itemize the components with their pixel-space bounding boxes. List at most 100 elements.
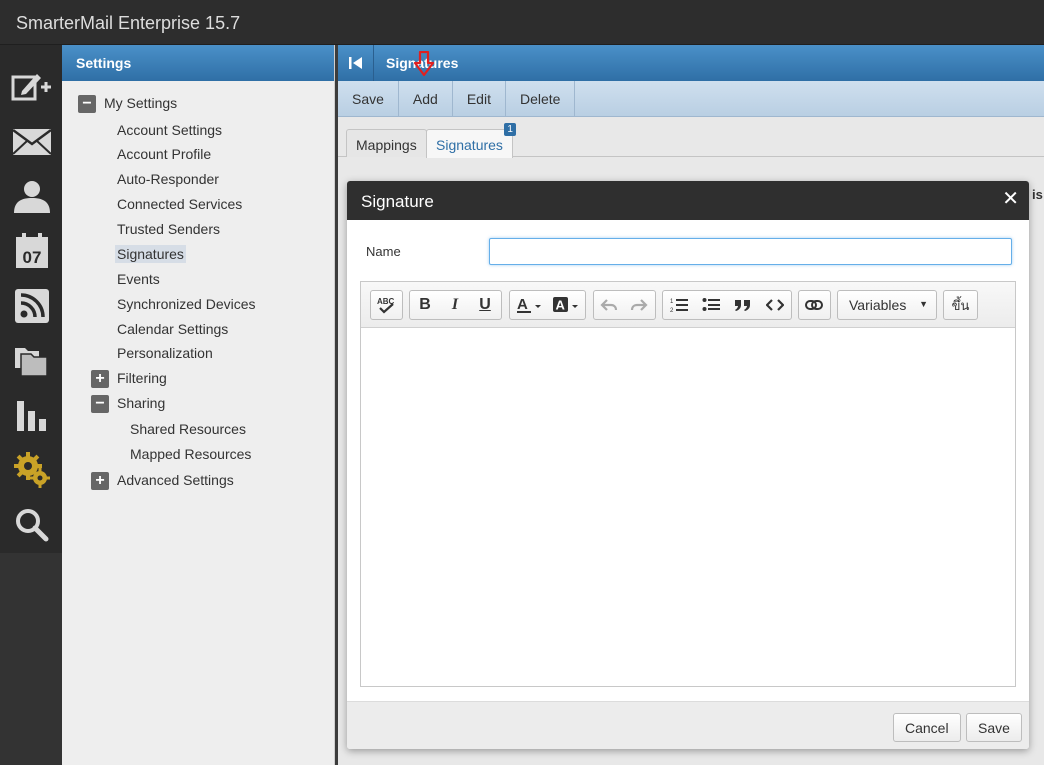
dialog-header: Signature ✕ [347,181,1029,220]
link-icon [805,300,823,310]
add-button[interactable]: Add [399,81,453,116]
undo-icon [600,299,618,311]
tree-item-label: Shared Resources [130,421,246,437]
contacts-icon[interactable] [8,172,56,220]
tree-item-label: Synchronized Devices [117,296,256,312]
tree-item-signatures[interactable]: Signatures [115,245,186,263]
tab-mappings-label: Mappings [356,137,417,153]
main-toolbar: Save Add Edit Delete [338,81,1044,117]
reports-icon[interactable] [8,392,56,440]
italic-icon: I [451,296,459,313]
name-label: Name [366,244,401,259]
collapse-my-settings-toggle[interactable]: − [78,95,96,113]
edit-button[interactable]: Edit [453,81,506,116]
files-icon[interactable] [8,337,56,385]
bullet-list-button[interactable] [695,291,727,319]
expand-filtering-toggle[interactable]: + [91,370,109,388]
redo-button[interactable] [624,291,654,319]
underline-button[interactable]: U [470,291,500,319]
block-format-group: 1 2 [662,290,792,320]
collapse-sharing-toggle[interactable]: − [91,395,109,413]
tree-item-label: Account Settings [117,122,223,138]
collapse-left-icon [348,57,362,69]
dialog-save-button[interactable]: Save [966,713,1022,742]
italic-button[interactable]: I [440,291,470,319]
tree-item-label: Personalization [117,345,213,361]
settings-icon[interactable] [8,446,56,494]
search-icon[interactable] [8,501,56,549]
bold-icon: B [419,296,431,313]
tree-item-label: Connected Services [117,196,243,212]
dialog-footer: Cancel Save [347,701,1029,749]
svg-text:2: 2 [670,308,674,313]
calendar-day-number: 07 [23,248,42,267]
underline-icon: U [479,296,491,313]
redo-icon [630,299,648,311]
signatures-count-badge: 1 [504,123,516,136]
spellcheck-icon: ABC [377,297,395,314]
tab-signatures[interactable]: Signatures 1 [426,123,516,158]
text-color-icon: A [516,296,541,313]
tab-mappings[interactable]: Mappings [346,129,427,157]
tree-item-auto-responder[interactable]: Auto-Responder [117,171,219,187]
tree-item-calendar-settings[interactable]: Calendar Settings [117,321,228,337]
thai-button[interactable]: ขึ้น [944,291,977,319]
svg-text:A: A [556,298,566,313]
variables-dropdown[interactable]: Variables ▼ [837,290,937,320]
undo-button[interactable] [594,291,624,319]
source-code-button[interactable] [759,291,791,319]
tree-item-label: Filtering [117,370,167,386]
collapse-panel-button[interactable] [338,45,374,81]
spellcheck-group: ABC [370,290,403,320]
tree-item-label: Calendar Settings [117,321,229,337]
expand-advanced-settings-toggle[interactable]: + [91,472,109,490]
background-color-icon: A [553,297,579,313]
background-color-button[interactable]: A [548,291,586,319]
ordered-list-button[interactable]: 1 2 [663,291,695,319]
quote-icon [735,300,750,311]
spellcheck-button[interactable]: ABC [371,291,401,319]
tree-item-events[interactable]: Events [117,271,160,287]
history-group [593,290,656,320]
text-color-button[interactable]: A [510,291,548,319]
tree-item-label: Signatures [115,245,186,263]
tree-item-sharing[interactable]: Sharing [117,395,165,411]
tree-item-label: Advanced Settings [117,472,234,488]
cancel-button[interactable]: Cancel [893,713,961,742]
tree-item-shared-resources[interactable]: Shared Resources [130,421,246,437]
tree-item-trusted-senders[interactable]: Trusted Senders [117,221,220,237]
red-arrow-annotation-icon [414,51,434,77]
tree-item-personalization[interactable]: Personalization [117,345,213,361]
insert-link-button[interactable] [799,291,829,319]
app-title-bar: SmarterMail Enterprise 15.7 [0,0,1044,45]
calendar-icon[interactable]: 07 [8,227,56,275]
app-title: SmarterMail Enterprise 15.7 [16,13,241,33]
variables-dropdown-label: Variables [849,297,907,313]
delete-button[interactable]: Delete [506,81,576,116]
tree-item-connected-services[interactable]: Connected Services [117,196,242,212]
blockquote-button[interactable] [727,291,759,319]
close-icon[interactable]: ✕ [1002,189,1019,209]
settings-panel-title: Settings [76,55,132,71]
svg-text:A: A [517,296,528,313]
mail-icon[interactable] [8,118,56,166]
tree-item-synchronized-devices[interactable]: Synchronized Devices [117,296,256,312]
name-input[interactable] [489,238,1012,265]
tree-item-mapped-resources[interactable]: Mapped Resources [130,446,251,462]
tree-item-account-settings[interactable]: Account Settings [117,122,222,138]
tree-item-account-profile[interactable]: Account Profile [117,146,211,162]
tab-signatures-label: Signatures [436,137,503,153]
save-button[interactable]: Save [338,81,399,116]
tree-item-my-settings[interactable]: My Settings [104,95,177,111]
compose-icon[interactable] [8,63,56,111]
bullet-list-icon [702,298,720,311]
ordered-list-icon: 1 2 [670,299,688,313]
truncated-text: is [1032,187,1043,202]
bold-button[interactable]: B [410,291,440,319]
tree-item-advanced-settings[interactable]: Advanced Settings [117,472,234,488]
editor-content-area[interactable] [361,328,1015,686]
tree-item-label: My Settings [104,95,178,111]
rss-icon[interactable] [8,282,56,330]
tree-item-label: Events [117,271,160,287]
tree-item-filtering[interactable]: Filtering [117,370,167,386]
